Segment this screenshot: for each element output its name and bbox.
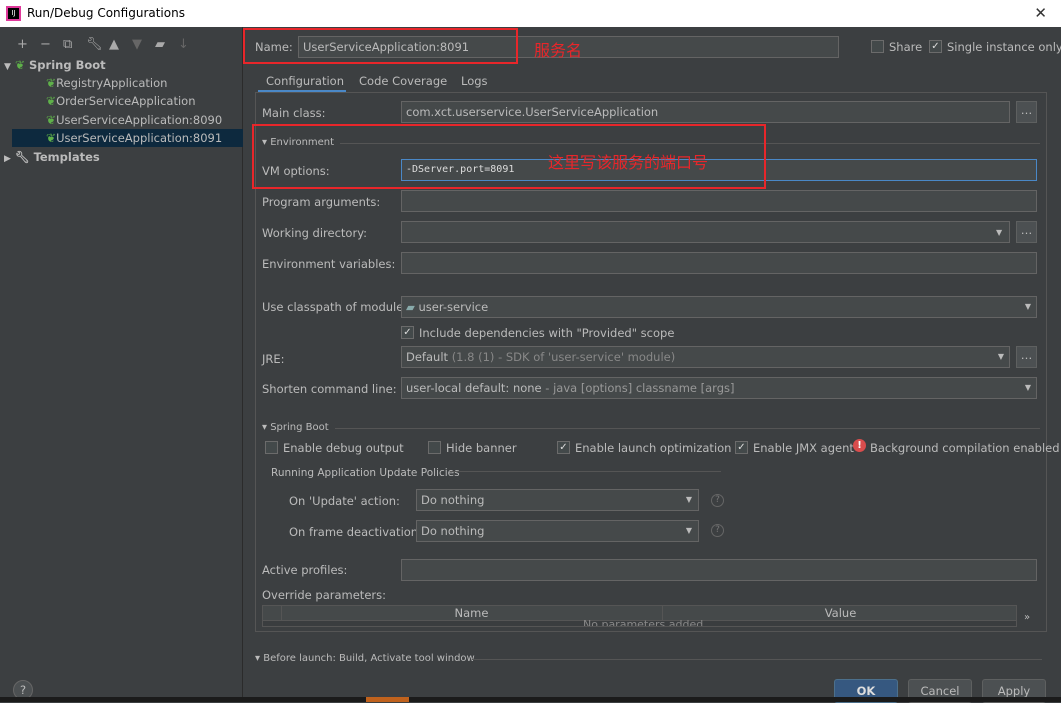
single-instance-label: Single instance only bbox=[947, 40, 1061, 54]
tree-label: UserServiceApplication:8091 bbox=[56, 131, 223, 145]
taskbar-strip bbox=[0, 697, 1061, 702]
app-icon: IJ bbox=[6, 6, 21, 21]
tree-label: UserServiceApplication:8090 bbox=[56, 113, 223, 127]
shorten-command-line-select[interactable]: user-local default: none - java [options… bbox=[401, 377, 1037, 399]
spring-icon: ❦ bbox=[14, 58, 25, 72]
single-instance-checkbox[interactable]: ✓ bbox=[929, 40, 942, 53]
update-action-select[interactable]: Do nothing ▼ bbox=[416, 489, 699, 511]
spring-boot-label: Spring Boot bbox=[270, 422, 329, 433]
annotation-name: 服务名 bbox=[534, 41, 583, 60]
jre-label: JRE: bbox=[262, 352, 285, 366]
policies-heading: Running Application Update Policies bbox=[271, 467, 460, 479]
launch-optimization-checkbox[interactable]: ✓ bbox=[557, 441, 570, 454]
empty-table-text: No parameters added. bbox=[583, 618, 707, 627]
tree-item-registry[interactable]: ❦RegistryApplication bbox=[12, 74, 243, 92]
tree-label: Templates bbox=[33, 150, 100, 164]
annotation-vm: 这里写该服务的端口号 bbox=[548, 153, 709, 172]
debug-output-checkbox[interactable] bbox=[265, 441, 278, 454]
shorten-hint: - java [options] classname [args] bbox=[545, 381, 735, 395]
before-launch-label: Before launch: Build, Activate tool wind… bbox=[263, 653, 475, 664]
copy-icon[interactable]: ⧉ bbox=[63, 37, 72, 52]
jre-value: Default bbox=[406, 350, 449, 364]
browse-jre-button[interactable]: … bbox=[1016, 346, 1037, 368]
hide-banner-checkbox[interactable] bbox=[428, 441, 441, 454]
add-icon[interactable]: + bbox=[17, 37, 28, 52]
hide-banner-label: Hide banner bbox=[446, 441, 517, 455]
window-title: Run/Debug Configurations bbox=[27, 6, 185, 20]
shorten-value: user-local default: none bbox=[406, 381, 542, 395]
include-dependencies-label: Include dependencies with "Provided" sco… bbox=[419, 326, 675, 340]
active-profiles-input[interactable] bbox=[401, 559, 1037, 581]
jmx-agent-checkbox[interactable]: ✓ bbox=[735, 441, 748, 454]
tree-label: Spring Boot bbox=[29, 58, 106, 72]
override-parameters-label: Override parameters: bbox=[262, 588, 386, 602]
classpath-module-select[interactable]: ▰ user-service ▼ bbox=[401, 296, 1037, 318]
jre-select[interactable]: Default (1.8 (1) - SDK of 'user-service'… bbox=[401, 346, 1010, 368]
share-label: Share bbox=[889, 40, 923, 54]
main-class-input[interactable]: com.xct.userservice.UserServiceApplicati… bbox=[401, 101, 1010, 123]
config-tree-panel: + − ⧉ 🔧︎ ▲ ▼ ▰ ↓ ▼ ❦ Spring Boot ❦Regist… bbox=[0, 27, 243, 697]
debug-output-label: Enable debug output bbox=[283, 441, 404, 455]
tree-label: OrderServiceApplication bbox=[56, 94, 196, 108]
taskbar-item bbox=[366, 697, 409, 702]
jre-hint: (1.8 (1) - SDK of 'user-service' module) bbox=[451, 350, 676, 364]
tab-configuration[interactable]: Configuration bbox=[258, 74, 346, 93]
background-compilation-label: Background compilation enabled bbox=[870, 441, 1060, 455]
spring-boot-section[interactable]: ▾ Spring Boot bbox=[262, 422, 329, 433]
remove-icon[interactable]: − bbox=[40, 37, 51, 52]
spring-icon: ❦ bbox=[46, 131, 57, 145]
frame-deactivation-label: On frame deactivation: bbox=[289, 525, 422, 539]
include-dependencies-checkbox[interactable]: ✓ bbox=[401, 326, 414, 339]
folder-icon[interactable]: ▰ bbox=[155, 37, 165, 52]
working-directory-input[interactable] bbox=[401, 221, 1010, 243]
error-icon: ! bbox=[853, 439, 866, 452]
update-action-value: Do nothing bbox=[421, 493, 485, 507]
tab-logs[interactable]: Logs bbox=[461, 74, 488, 93]
override-parameters-table: Name Value No parameters added. bbox=[262, 605, 1017, 627]
tree-spring-boot[interactable]: ▼ ❦ Spring Boot bbox=[4, 56, 235, 74]
update-action-label: On 'Update' action: bbox=[289, 494, 400, 508]
environment-variables-label: Environment variables: bbox=[262, 257, 396, 271]
help-icon[interactable]: ? bbox=[711, 524, 724, 537]
environment-variables-input[interactable] bbox=[401, 252, 1037, 274]
column-header-value[interactable]: Value bbox=[662, 606, 1016, 621]
sort-icon[interactable]: ↓ bbox=[178, 37, 189, 52]
tree-item-user-8091[interactable]: ❦UserServiceApplication:8091 bbox=[12, 129, 243, 147]
tree-label: RegistryApplication bbox=[56, 76, 168, 90]
wrench-icon: 🔧︎ bbox=[14, 150, 30, 164]
main-class-label: Main class: bbox=[262, 106, 326, 120]
move-down-icon[interactable]: ▼ bbox=[132, 37, 142, 52]
browse-working-dir-button[interactable]: … bbox=[1016, 221, 1037, 243]
close-icon[interactable]: ✕ bbox=[1034, 4, 1047, 22]
launch-optimization-label: Enable launch optimization bbox=[575, 441, 732, 455]
share-checkbox[interactable] bbox=[871, 40, 884, 53]
program-arguments-input[interactable] bbox=[401, 190, 1037, 212]
tree-item-order[interactable]: ❦OrderServiceApplication bbox=[12, 92, 243, 110]
spring-icon: ❦ bbox=[46, 76, 57, 90]
active-profiles-label: Active profiles: bbox=[262, 563, 348, 577]
working-directory-label: Working directory: bbox=[262, 226, 368, 240]
help-icon[interactable]: ? bbox=[711, 494, 724, 507]
tree-item-user-8090[interactable]: ❦UserServiceApplication:8090 bbox=[12, 111, 243, 129]
tab-code-coverage[interactable]: Code Coverage bbox=[359, 74, 447, 93]
wrench-icon[interactable]: 🔧︎ bbox=[86, 37, 103, 52]
frame-deactivation-value: Do nothing bbox=[421, 524, 485, 538]
classpath-module-label: Use classpath of module: bbox=[262, 300, 408, 314]
chevron-down-icon[interactable]: ▼ bbox=[996, 228, 1002, 237]
annotation-box-name bbox=[243, 28, 518, 64]
program-arguments-label: Program arguments: bbox=[262, 195, 381, 209]
before-launch-section[interactable]: ▾ Before launch: Build, Activate tool wi… bbox=[255, 653, 475, 664]
title-bar: IJ Run/Debug Configurations ✕ bbox=[0, 0, 1061, 27]
jmx-agent-label: Enable JMX agent bbox=[753, 441, 854, 455]
module-folder-icon: ▰ bbox=[406, 300, 415, 314]
classpath-value: user-service bbox=[418, 300, 489, 314]
spring-icon: ❦ bbox=[46, 113, 57, 127]
tree-templates[interactable]: ▶ 🔧︎ Templates bbox=[4, 148, 235, 166]
browse-main-class-button[interactable]: … bbox=[1016, 101, 1037, 123]
spring-icon: ❦ bbox=[46, 94, 57, 108]
frame-deactivation-select[interactable]: Do nothing ▼ bbox=[416, 520, 699, 542]
shorten-command-line-label: Shorten command line: bbox=[262, 382, 397, 396]
move-up-icon[interactable]: ▲ bbox=[109, 37, 119, 52]
expand-icon[interactable]: » bbox=[1024, 612, 1030, 623]
